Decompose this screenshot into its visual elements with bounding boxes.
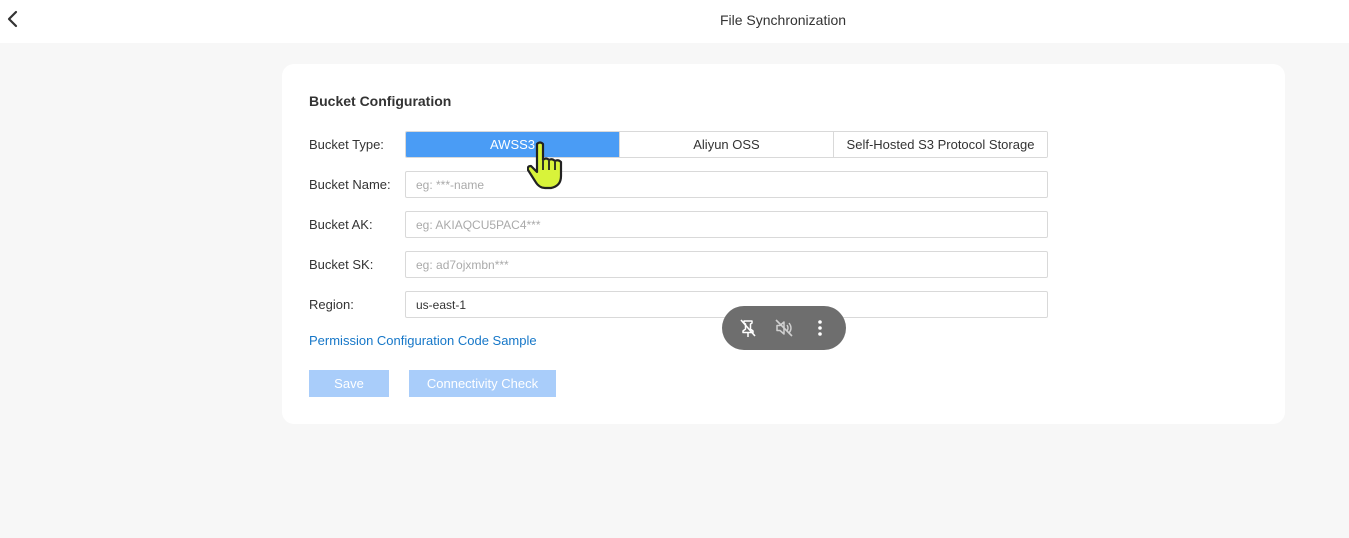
section-title: Bucket Configuration bbox=[309, 93, 452, 109]
bucket-ak-label: Bucket AK: bbox=[309, 217, 373, 232]
top-bar: File Synchronization bbox=[0, 0, 1349, 43]
bucket-ak-input[interactable] bbox=[405, 211, 1048, 238]
media-controls-pill bbox=[722, 306, 846, 350]
bucket-type-selector: AWSS3 Aliyun OSS Self-Hosted S3 Protocol… bbox=[405, 131, 1048, 158]
bucket-type-option-self-hosted-s3[interactable]: Self-Hosted S3 Protocol Storage bbox=[833, 132, 1047, 157]
unpin-button[interactable] bbox=[734, 314, 762, 342]
more-vertical-icon bbox=[818, 320, 822, 336]
bucket-sk-label: Bucket SK: bbox=[309, 257, 374, 272]
bucket-type-option-awss3[interactable]: AWSS3 bbox=[406, 132, 619, 157]
bucket-type-label: Bucket Type: bbox=[309, 137, 384, 152]
more-options-button[interactable] bbox=[806, 314, 834, 342]
permission-config-sample-link[interactable]: Permission Configuration Code Sample bbox=[309, 333, 537, 348]
bucket-name-input[interactable] bbox=[405, 171, 1048, 198]
connectivity-check-button[interactable]: Connectivity Check bbox=[409, 370, 556, 397]
mute-button[interactable] bbox=[770, 314, 798, 342]
bucket-type-option-aliyun-oss[interactable]: Aliyun OSS bbox=[619, 132, 833, 157]
bucket-sk-input[interactable] bbox=[405, 251, 1048, 278]
page-title: File Synchronization bbox=[719, 12, 847, 28]
region-label: Region: bbox=[309, 297, 354, 312]
bucket-config-card: Bucket Configuration Bucket Type: AWSS3 … bbox=[282, 64, 1285, 424]
bucket-name-label: Bucket Name: bbox=[309, 177, 391, 192]
unpin-icon bbox=[740, 319, 756, 337]
mute-icon bbox=[775, 319, 793, 337]
save-button[interactable]: Save bbox=[309, 370, 389, 397]
